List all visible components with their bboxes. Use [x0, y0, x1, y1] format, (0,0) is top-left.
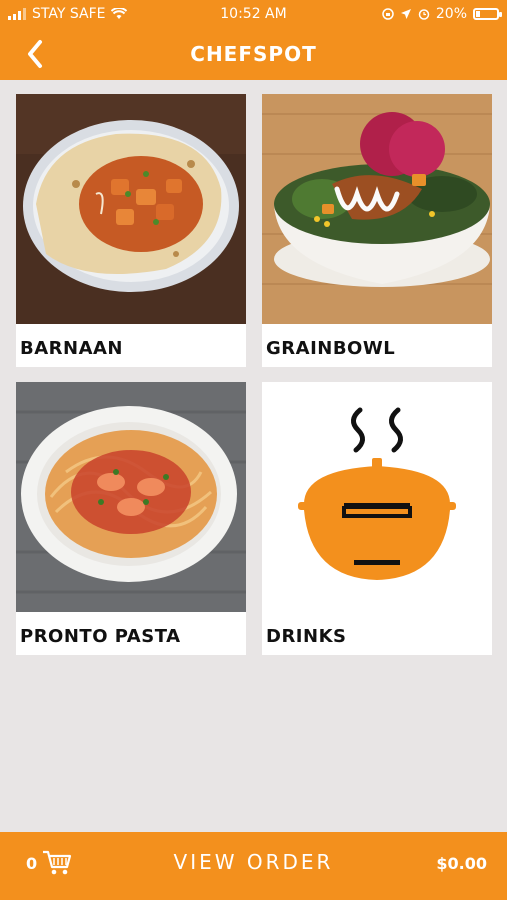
category-label: BARNAAN — [20, 338, 124, 359]
location-icon — [400, 9, 411, 19]
status-right: 20% — [382, 6, 502, 22]
category-card-grainbowl[interactable]: GRAINBOWL — [262, 94, 492, 367]
grainbowl-salad-photo — [262, 94, 492, 324]
category-grid: BARNAAN GRAINBOWL PRONTO PASTA DRINKS — [0, 80, 507, 830]
orientation-lock-icon — [382, 8, 394, 20]
barnaan-dish-photo — [16, 94, 246, 324]
view-order-button[interactable]: VIEW ORDER — [0, 850, 507, 874]
battery-icon — [473, 8, 502, 20]
page-title: CHEFSPOT — [190, 42, 317, 66]
steaming-pot-icon — [262, 382, 492, 612]
category-label: PRONTO PASTA — [20, 626, 181, 647]
order-total: $0.00 — [436, 854, 487, 873]
category-card-barnaan[interactable]: BARNAAN — [16, 94, 246, 367]
category-label: DRINKS — [266, 626, 347, 647]
bottom-bar: 0 VIEW ORDER $0.00 — [0, 832, 507, 900]
category-card-pronto-pasta[interactable]: PRONTO PASTA — [16, 382, 246, 655]
category-card-drinks[interactable]: DRINKS — [262, 382, 492, 655]
category-label: GRAINBOWL — [266, 338, 396, 359]
status-bar: STAY SAFE 10:52 AM 20% — [0, 0, 507, 28]
battery-percent: 20% — [435, 6, 467, 22]
nav-bar: CHEFSPOT — [0, 28, 507, 80]
pasta-bowl-photo — [16, 382, 246, 612]
alarm-icon — [418, 9, 430, 20]
